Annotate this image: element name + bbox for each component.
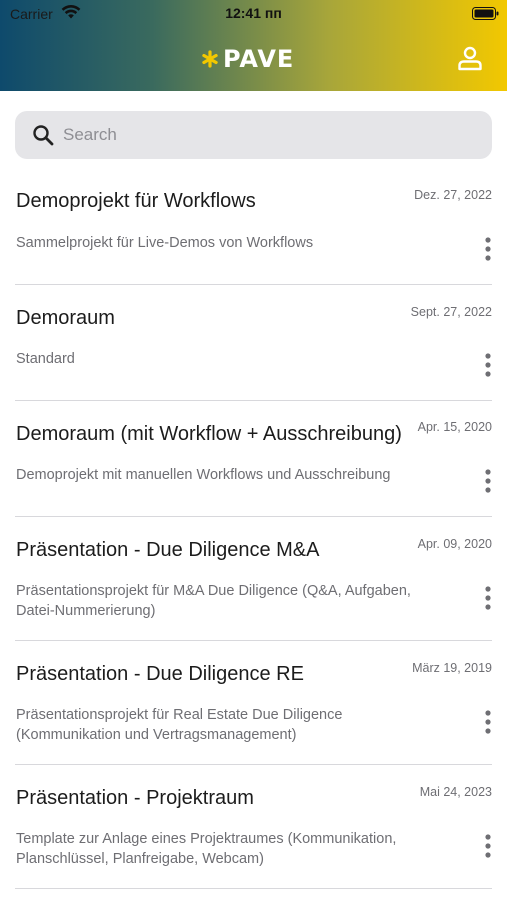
more-options-icon[interactable] (478, 352, 498, 378)
more-options-icon[interactable] (478, 468, 498, 494)
more-options-icon[interactable] (478, 585, 498, 611)
project-title: Präsentation - Due Diligence M&A (16, 539, 320, 561)
search-bar[interactable] (15, 111, 492, 159)
search-input[interactable] (63, 111, 473, 159)
project-title: Demoraum (16, 307, 115, 329)
project-date: Apr. 09, 2020 (417, 537, 492, 551)
project-item[interactable]: Präsentation - Projektraum Mai 24, 2023 … (0, 765, 507, 889)
project-item[interactable]: Demoraum (mit Workflow + Ausschreibung) … (0, 401, 507, 517)
more-options-icon[interactable] (478, 709, 498, 735)
project-title: Demoraum (mit Workflow + Ausschreibung) (16, 423, 402, 445)
project-date: Apr. 15, 2020 (417, 420, 492, 434)
project-description: Präsentationsprojekt für M&A Due Diligen… (16, 583, 411, 619)
project-list: Demoprojekt für Workflows Dez. 27, 2022 … (0, 168, 507, 889)
project-description: Template zur Anlage eines Projektraumes … (16, 831, 397, 867)
project-item[interactable]: Demoraum Sept. 27, 2022 Standard (0, 285, 507, 401)
user-profile-icon[interactable] (457, 45, 483, 71)
project-description: Standard (16, 351, 75, 367)
battery-icon (472, 7, 499, 20)
project-description: Präsentationsprojekt für Real Estate Due… (16, 707, 343, 743)
app-header: Carrier 12:41 пп PAVE (0, 0, 507, 91)
project-description: Demoprojekt mit manuellen Workflows und … (16, 467, 391, 483)
project-date: Mai 24, 2023 (419, 785, 492, 799)
project-description: Sammelprojekt für Live-Demos von Workflo… (16, 235, 314, 251)
asterisk-logo-icon (202, 50, 218, 68)
pave-logo: PAVE (201, 44, 294, 74)
project-date: Dez. 27, 2022 (414, 188, 492, 202)
project-date: März 19, 2019 (412, 661, 492, 675)
project-item[interactable]: Präsentation - Due Diligence RE März 19,… (0, 641, 507, 765)
status-bar: Carrier 12:41 пп (0, 0, 507, 28)
project-title: Demoprojekt für Workflows (16, 190, 256, 212)
project-item[interactable]: Demoprojekt für Workflows Dez. 27, 2022 … (0, 168, 507, 285)
status-time: 12:41 пп (225, 5, 282, 21)
more-options-icon[interactable] (478, 236, 498, 262)
search-icon (33, 125, 54, 146)
logo-text: PAVE (223, 45, 295, 73)
project-item[interactable]: Präsentation - Due Diligence M&A Apr. 09… (0, 517, 507, 641)
project-title: Präsentation - Projektraum (16, 787, 254, 809)
project-title: Präsentation - Due Diligence RE (16, 663, 304, 685)
more-options-icon[interactable] (478, 833, 498, 859)
divider (15, 888, 492, 889)
project-date: Sept. 27, 2022 (410, 305, 492, 319)
